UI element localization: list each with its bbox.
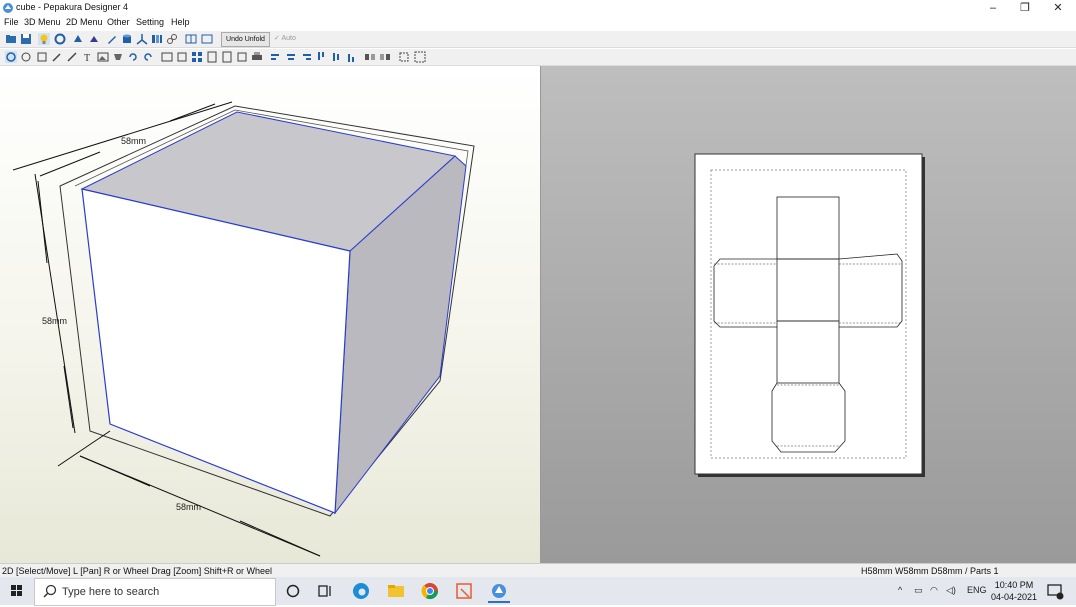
file-explorer-icon[interactable] [385,581,407,601]
pepakura-app-icon [3,3,13,13]
link-icon[interactable] [166,33,178,45]
status-bar: 2D [Select/Move] L [Pan] R or Wheel Drag… [0,563,1076,578]
2d-pattern-sheet [694,153,925,477]
paint-icon[interactable] [72,33,84,45]
volume-icon[interactable]: ◁) [946,585,956,596]
windows-logo-icon [11,585,22,596]
3d-cube-model: 58mm 58mm 58mm [12,101,475,557]
show-hidden-icons-icon[interactable]: ^ [898,585,902,595]
menu-3d[interactable]: 3D Menu [24,17,61,27]
snip-tool-icon[interactable] [453,581,475,601]
distribute-v-icon[interactable] [379,51,391,63]
page-icon[interactable] [206,51,218,63]
windows-taskbar: Type here to search ^ ▭ ◠ ◁) ENG 10:40 P… [0,577,1076,606]
menu-2d[interactable]: 2D Menu [66,17,103,27]
grid-layout-icon[interactable] [191,51,203,63]
dim-label-left: 58mm [42,316,67,326]
menu-bar: File 3D Menu 2D Menu Other Setting Help [0,16,1076,30]
menu-help[interactable]: Help [171,17,190,27]
pepakura-taskbar-icon[interactable] [488,581,510,603]
pencil-icon[interactable] [51,51,63,63]
cylinder-icon[interactable] [121,33,133,45]
select-tool-icon[interactable] [5,51,17,63]
start-button[interactable] [0,577,34,605]
wifi-icon[interactable]: ◠ [930,585,938,596]
svg-text:T: T [84,53,90,63]
auto-label: Auto [281,35,296,42]
light-bulb-icon[interactable] [38,33,50,45]
align-top-icon[interactable] [315,51,327,63]
window-title: cube - Pepakura Designer 4 [16,2,129,12]
status-text-left: 2D [Select/Move] L [Pan] R or Wheel Drag… [2,566,273,576]
rotate-part-icon[interactable] [20,51,32,63]
brush-icon[interactable] [106,33,118,45]
single-view-icon[interactable] [201,33,213,45]
open-folder-icon[interactable] [5,33,17,45]
chrome-icon[interactable] [419,581,441,601]
language-indicator[interactable]: ENG [967,585,987,595]
edit-toolbar: T [0,49,1076,66]
text-tool-icon[interactable]: T [82,51,94,63]
dim-label-top: 58mm [121,136,146,146]
clock-time: 10:40 PM [994,580,1034,590]
status-text-right: H58mm W58mm D58mm / Parts 1 [861,566,999,576]
title-bar: cube - Pepakura Designer 4 – ❐ ✕ [0,0,1076,16]
axis-icon[interactable] [136,33,148,45]
clock[interactable]: 10:40 PM 04-04-2021 [990,579,1038,603]
battery-icon[interactable]: ▭ [914,585,923,596]
align-left-icon[interactable] [270,51,282,63]
notifications-icon[interactable] [1044,581,1066,601]
close-button[interactable]: ✕ [1043,0,1073,16]
zoom-all-icon[interactable] [414,51,426,63]
undo-icon[interactable] [127,51,139,63]
flaps-icon[interactable] [112,51,124,63]
split-view-icon[interactable] [185,33,197,45]
task-view-icon[interactable] [314,581,336,601]
maximize-button[interactable]: ❐ [1010,0,1040,16]
3d-view-pane[interactable]: 58mm 58mm 58mm [0,66,541,563]
fit-width-icon[interactable] [161,51,173,63]
align-center-icon[interactable] [285,51,297,63]
fill-icon[interactable] [88,33,100,45]
print-preview-icon[interactable] [236,51,248,63]
edge-browser-icon[interactable] [350,581,372,601]
search-icon [43,584,57,598]
2d-view-pane[interactable] [541,66,1076,563]
save-icon[interactable] [20,33,32,45]
edit-line-icon[interactable] [66,51,78,63]
menu-other[interactable]: Other [107,17,130,27]
page-setup-icon[interactable] [221,51,233,63]
align-bottom-icon[interactable] [345,51,357,63]
distribute-h-icon[interactable] [364,51,376,63]
menu-file[interactable]: File [4,17,19,27]
auto-checkbox[interactable]: ✓ Auto [274,34,296,42]
align-right-icon[interactable] [300,51,312,63]
image-tool-icon[interactable] [97,51,109,63]
cortana-icon[interactable] [282,581,304,601]
zoom-fit-icon[interactable] [398,51,410,63]
menu-setting[interactable]: Setting [136,17,164,27]
align-middle-icon[interactable] [330,51,342,63]
print-icon[interactable] [251,51,263,63]
rotate-model-icon[interactable] [54,33,66,45]
main-toolbar: Undo Unfold ✓ Auto [0,31,1076,48]
taskbar-search-input[interactable]: Type here to search [34,578,276,606]
minimize-button[interactable]: – [978,0,1008,16]
clock-date: 04-04-2021 [990,592,1038,602]
dim-label-bottom: 58mm [176,502,201,512]
redo-icon[interactable] [142,51,154,63]
undo-unfold-button[interactable]: Undo Unfold [221,32,270,47]
texture-icon[interactable] [151,33,163,45]
search-placeholder: Type here to search [62,586,160,598]
join-edges-icon[interactable] [36,51,48,63]
fit-page-icon[interactable] [176,51,188,63]
